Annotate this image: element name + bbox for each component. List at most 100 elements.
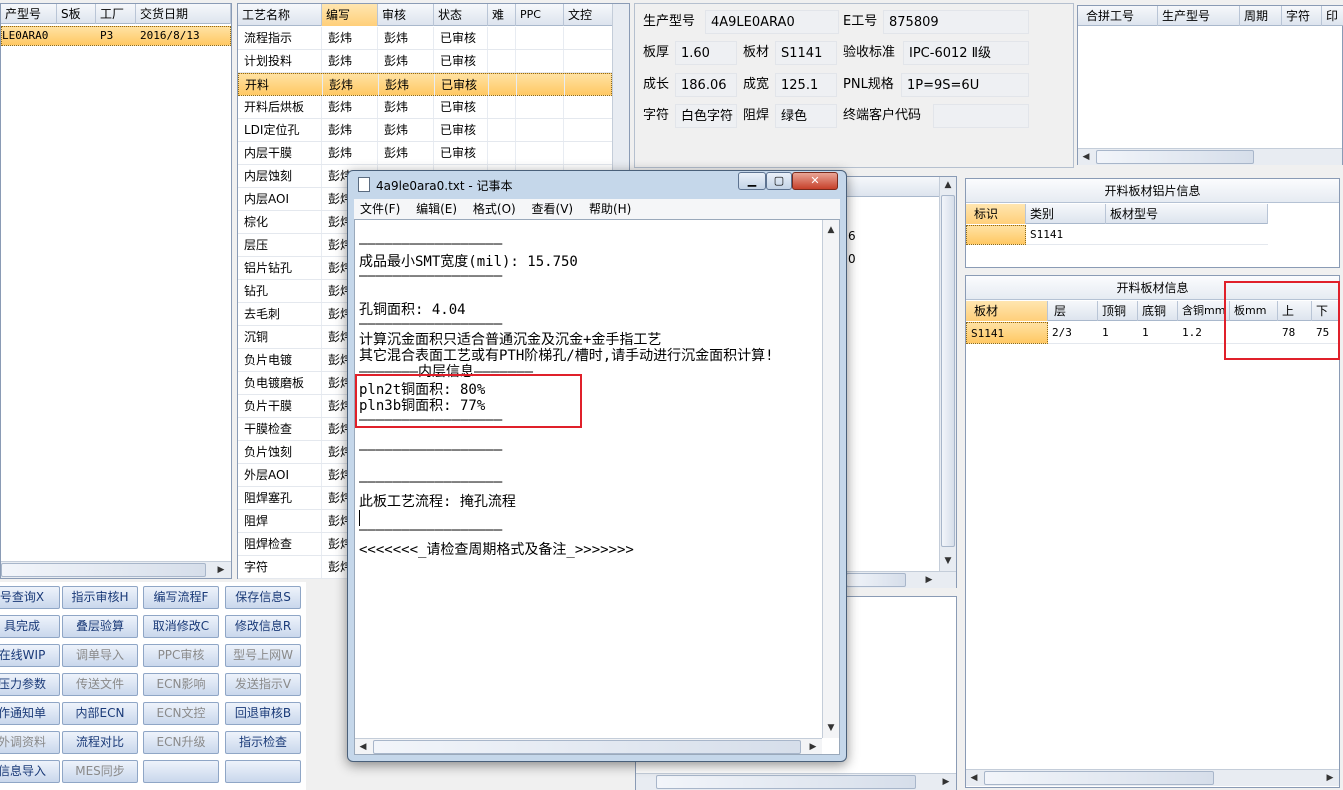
action-button[interactable]: 具完成 xyxy=(0,615,60,638)
col-type[interactable]: 类别 xyxy=(1026,204,1106,224)
action-button[interactable]: 在线WIP xyxy=(0,644,60,667)
menu-file[interactable]: 文件(F) xyxy=(354,199,406,219)
soldermask-field[interactable]: 绿色 xyxy=(775,104,837,128)
action-button[interactable]: PPC审核 xyxy=(143,644,219,667)
merge-grid[interactable]: 合拼工号 生产型号 周期 字符 印 ◀ xyxy=(1077,5,1343,165)
model-row[interactable]: LE0ARA0 P3 2016/8/13 xyxy=(1,26,231,46)
merge-grid-hscroll[interactable]: ◀ xyxy=(1078,148,1342,165)
col-writer[interactable]: 编写 xyxy=(322,4,378,26)
col-top-cu[interactable]: 顶铜 xyxy=(1098,301,1138,321)
col-process-name[interactable]: 工艺名称 xyxy=(238,4,322,26)
action-button[interactable]: 流程对比 xyxy=(62,731,138,754)
col-print[interactable]: 印 xyxy=(1322,6,1343,26)
scroll-right-icon[interactable]: ▶ xyxy=(1322,770,1338,786)
col-layer[interactable]: 层 xyxy=(1048,301,1098,321)
col-sboard[interactable]: S板 xyxy=(57,4,96,24)
action-button[interactable]: 调单导入 xyxy=(62,644,138,667)
col-material-model[interactable]: 板材型号 xyxy=(1106,204,1268,224)
scroll-right-icon[interactable]: ▶ xyxy=(213,562,229,578)
col-tag[interactable]: 标识 xyxy=(966,204,1026,224)
col-model[interactable]: 产型号 xyxy=(1,4,57,24)
table-row[interactable]: LDI定位孔 彭炜 彭炜 已审核 xyxy=(238,119,614,142)
action-button[interactable]: 指示检查 xyxy=(225,731,301,754)
col-difficulty[interactable]: 难 xyxy=(488,4,516,26)
table-row[interactable]: 内层干膜 彭炜 彭炜 已审核 xyxy=(238,142,614,165)
scroll-right-icon[interactable]: ▶ xyxy=(938,774,954,790)
col-factory[interactable]: 工厂 xyxy=(96,4,136,24)
minimize-icon[interactable]: ▁ xyxy=(738,172,766,190)
close-icon[interactable]: ✕ xyxy=(792,172,838,190)
col-reviewer[interactable]: 审核 xyxy=(378,4,434,26)
model-grid-hscroll[interactable]: ▶ xyxy=(1,561,231,578)
action-button[interactable]: 取消修改C xyxy=(143,615,219,638)
cut-grid-hscroll[interactable]: ◀ ▶ xyxy=(966,769,1339,786)
col-merge-model[interactable]: 生产型号 xyxy=(1158,6,1240,26)
pnl-field[interactable]: 1P=9S=6U xyxy=(901,73,1029,97)
col-cycle[interactable]: 周期 xyxy=(1240,6,1282,26)
model-field[interactable]: 4A9LE0ARA0 xyxy=(705,10,839,34)
alu-row[interactable]: S1141 xyxy=(966,225,1268,245)
action-button[interactable]: MES同步 xyxy=(62,760,138,783)
scroll-up-icon[interactable]: ▲ xyxy=(823,222,839,238)
action-button[interactable]: ECN影响 xyxy=(143,673,219,696)
action-button[interactable]: 压力参数 xyxy=(0,673,60,696)
scroll-down-icon[interactable]: ▼ xyxy=(940,553,956,569)
notepad-window[interactable]: 4a9le0ara0.txt - 记事本 ▁ ▢ ✕ 文件(F) 编辑(E) 格… xyxy=(347,170,847,762)
action-button[interactable] xyxy=(225,760,301,783)
action-button[interactable]: 传送文件 xyxy=(62,673,138,696)
length-field[interactable]: 186.06 xyxy=(675,73,737,97)
action-button[interactable]: ECN升级 xyxy=(143,731,219,754)
action-button[interactable]: 编写流程F xyxy=(143,586,219,609)
maximize-icon[interactable]: ▢ xyxy=(766,172,792,190)
menu-help[interactable]: 帮助(H) xyxy=(583,199,637,219)
col-cu-mm[interactable]: 含铜mm xyxy=(1178,301,1230,321)
action-button[interactable]: 回退审核B xyxy=(225,702,301,725)
action-button[interactable]: 号查询X xyxy=(0,586,60,609)
col-merge-no[interactable]: 合拼工号 xyxy=(1078,6,1158,26)
action-button[interactable]: 外调资料 xyxy=(0,731,60,754)
col-char[interactable]: 字符 xyxy=(1282,6,1322,26)
action-button[interactable]: ECN文控 xyxy=(143,702,219,725)
menu-format[interactable]: 格式(O) xyxy=(467,199,522,219)
menu-view[interactable]: 查看(V) xyxy=(526,199,580,219)
table-row[interactable]: 计划投料 彭炜 彭炜 已审核 xyxy=(238,50,614,73)
scroll-left-icon[interactable]: ◀ xyxy=(966,770,982,786)
silkscreen-field[interactable]: 白色字符 xyxy=(675,104,737,128)
col-status[interactable]: 状态 xyxy=(434,4,488,26)
middle-lower-hscroll[interactable]: ▶ xyxy=(636,773,956,790)
standard-field[interactable]: IPC-6012 Ⅱ级 xyxy=(903,41,1029,65)
action-button[interactable]: 信息导入 xyxy=(0,760,60,783)
scroll-down-icon[interactable]: ▼ xyxy=(823,720,839,736)
scroll-right-icon[interactable]: ▶ xyxy=(805,739,821,754)
model-grid[interactable]: 产型号 S板 工厂 交货日期 LE0ARA0 P3 2016/8/13 ▶ xyxy=(0,3,232,579)
scroll-left-icon[interactable]: ◀ xyxy=(355,739,371,754)
col-ppc[interactable]: PPC xyxy=(516,4,564,26)
col-date[interactable]: 交货日期 xyxy=(136,4,231,24)
table-row[interactable]: 流程指示 彭炜 彭炜 已审核 xyxy=(238,27,614,50)
action-button[interactable]: 叠层验算 xyxy=(62,615,138,638)
col-cut-material[interactable]: 板材 xyxy=(966,301,1048,321)
eno-field[interactable]: 875809 xyxy=(883,10,1029,34)
action-button[interactable]: 内部ECN xyxy=(62,702,138,725)
table-row[interactable]: 开料 彭炜 彭炜 已审核 xyxy=(238,73,615,96)
notepad-hscroll[interactable]: ◀ ▶ xyxy=(355,738,822,754)
scroll-up-icon[interactable]: ▲ xyxy=(940,177,956,193)
material-field[interactable]: S1141 xyxy=(775,41,837,65)
action-button[interactable]: 作通知单 xyxy=(0,702,60,725)
action-button[interactable]: 发送指示V xyxy=(225,673,301,696)
table-row[interactable]: 开料后烘板 彭炜 彭炜 已审核 xyxy=(238,96,614,119)
scroll-left-icon[interactable]: ◀ xyxy=(1078,149,1094,165)
action-button[interactable]: 指示审核H xyxy=(62,586,138,609)
col-bottom-cu[interactable]: 底铜 xyxy=(1138,301,1178,321)
notepad-titlebar[interactable]: 4a9le0ara0.txt - 记事本 ▁ ▢ ✕ xyxy=(348,171,846,199)
width-field[interactable]: 125.1 xyxy=(775,73,837,97)
menu-edit[interactable]: 编辑(E) xyxy=(410,199,463,219)
notepad-vscroll[interactable]: ▲ ▼ xyxy=(822,220,839,738)
customer-code-field[interactable] xyxy=(933,104,1029,128)
action-button[interactable]: 修改信息R xyxy=(225,615,301,638)
action-button[interactable] xyxy=(143,760,219,783)
col-doc-control[interactable]: 文控 xyxy=(564,4,614,26)
action-button[interactable]: 保存信息S xyxy=(225,586,301,609)
middle-grid-vscroll[interactable]: ▲ ▼ xyxy=(939,177,956,571)
notepad-text-area[interactable]: ————————————————— 成品最小SMT宽度(mil): 15.750… xyxy=(354,219,840,755)
